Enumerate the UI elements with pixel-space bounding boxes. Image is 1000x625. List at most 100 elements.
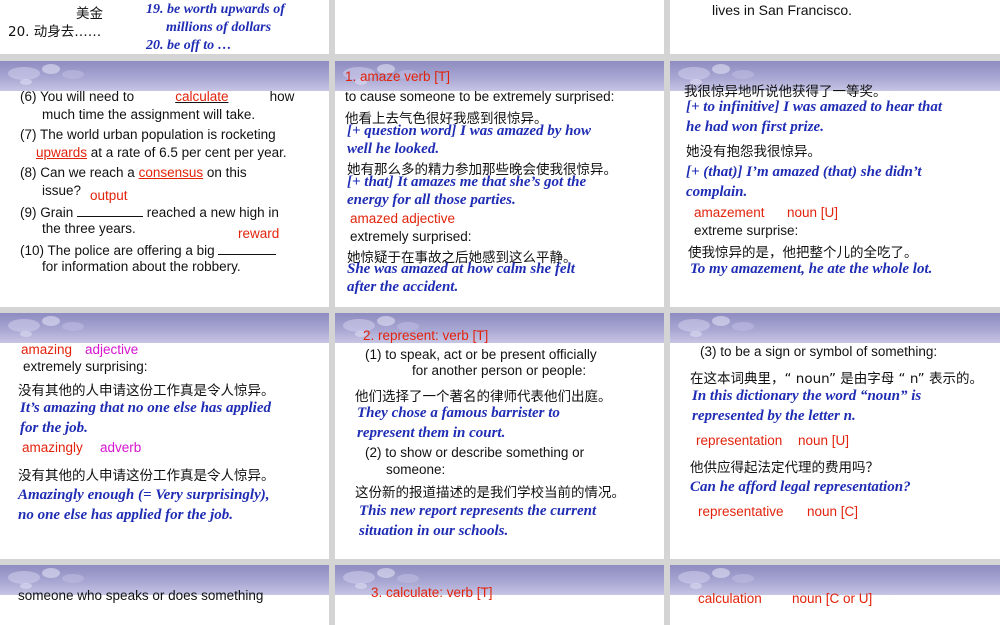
definition: (2) to show or describe something or <box>365 445 585 460</box>
entry-heading: amazing <box>21 342 73 357</box>
slide-top-right: lives in San Francisco. <box>670 0 1000 54</box>
en-example: represented by the letter n. <box>692 408 856 424</box>
entry-subheading: representative <box>698 504 784 519</box>
entry-subheading: representation <box>696 433 783 448</box>
part-of-speech: adverb <box>100 440 142 455</box>
exercise-text: (9) Grain <box>20 205 74 220</box>
en-example: This new report represents the current <box>359 503 597 519</box>
answer-calculate: calculate <box>175 89 229 104</box>
answer-reward: reward <box>238 226 280 241</box>
slide-top-left: 美金 20. 动身去…… 19. be worth upwards of mil… <box>0 0 329 54</box>
definition: (3) to be a sign or symbol of something: <box>700 344 938 359</box>
exercise-6: (6) You will need to calculate how <box>20 89 294 104</box>
en-example: Can he afford legal representation? <box>690 479 911 495</box>
definition: someone: <box>386 462 446 477</box>
exercise-text: at a rate of 6.5 per cent per year. <box>90 145 287 160</box>
slide-header-band <box>670 313 1000 343</box>
exercise-10-cont: for information about the robbery. <box>42 259 241 274</box>
exercise-8: (8) Can we reach a consensus on this <box>20 165 247 180</box>
slide-amaze: 1. amaze verb [T] to cause someone to be… <box>335 61 664 307</box>
definition: for another person or people: <box>412 363 587 378</box>
slide-header-band <box>0 313 329 343</box>
cn-example: 她没有抱怨我很惊异。 <box>686 144 821 160</box>
exercise-7-cont: upwards at a rate of 6.5 per cent per ye… <box>36 145 287 160</box>
en-example: well he looked. <box>347 141 440 157</box>
entry-subheading: amazement <box>694 205 765 220</box>
exercise-10: (10) The police are offering a big <box>20 241 277 258</box>
en-example: [+ (that)] I’m amazed (that) she didn’t <box>686 164 922 180</box>
en-example: after the accident. <box>347 279 459 295</box>
entry-heading: 3. calculate: verb [T] <box>371 585 493 600</box>
slide-amaze-2: 我很惊异地听说他获得了一等奖。 [+ to infinitive] I was … <box>670 61 1000 307</box>
slide-bottom-right: calculation noun [C or U] <box>670 565 1000 625</box>
entry-subheading: calculation <box>698 591 762 606</box>
en-example: [+ to infinitive] I was amazed to hear t… <box>686 99 943 115</box>
en-example: situation in our schools. <box>359 523 509 539</box>
definition: extremely surprised: <box>350 229 472 244</box>
en-example: [+ question word] I was amazed by how <box>347 123 591 139</box>
part-of-speech: adjective <box>85 342 139 357</box>
exercise-text: (6) You will need to <box>20 89 135 104</box>
exercise-9-cont: the three years. <box>42 221 136 236</box>
en-line: 19. be worth upwards of <box>146 2 285 17</box>
en-example: Amazingly enough (= Very surprisingly), <box>18 487 270 503</box>
cn-example: 没有其他的人申请这份工作真是令人惊异。 <box>18 468 275 484</box>
definition: to cause someone to be extremely surpris… <box>345 89 615 104</box>
en-example: It’s amazing that no one else has applie… <box>20 400 272 416</box>
exercise-9: (9) Grain reached a new high in <box>20 203 279 220</box>
cn-line: 美金 <box>76 6 103 22</box>
en-line: lives in San Francisco. <box>712 2 853 18</box>
definition: (1) to speak, act or be present official… <box>365 347 597 362</box>
en-example: [+ that] It amazes me that she’s got the <box>347 174 587 190</box>
en-example: They chose a famous barrister to <box>357 405 560 421</box>
answer-upwards: upwards <box>36 145 88 160</box>
en-example: In this dictionary the word “noun” is <box>692 388 922 404</box>
en-example: no one else has applied for the job. <box>18 507 234 523</box>
en-line: 20. be off to … <box>146 38 232 53</box>
cn-example: 没有其他的人申请这份工作真是令人惊异。 <box>18 383 275 399</box>
en-example: for the job. <box>20 420 88 436</box>
entry-heading: 2. represent: verb [T] <box>363 328 489 343</box>
en-example: represent them in court. <box>357 425 506 441</box>
cn-line: 20. 动身去…… <box>8 24 102 40</box>
exercise-8-cont: issue? <box>42 183 82 198</box>
slide-bottom-left: someone who speaks or does something <box>0 565 329 625</box>
slide-header-band <box>0 61 329 91</box>
answer-output: output <box>90 188 128 203</box>
definition: someone who speaks or does something <box>18 588 264 603</box>
en-example: She was amazed at how calm she felt <box>347 261 575 277</box>
part-of-speech: noun [U] <box>787 205 839 220</box>
slide-bottom-middle: 3. calculate: verb [T] <box>335 565 664 625</box>
slide-exercises: (6) You will need to calculate how much … <box>0 61 329 307</box>
cn-example: 他供应得起法定代理的费用吗？ <box>690 460 879 476</box>
cn-example: 使我惊异的是，他把整个儿的全吃了。 <box>688 245 918 261</box>
exercise-7: (7) The world urban population is rocket… <box>20 127 276 142</box>
part-of-speech: noun [C] <box>807 504 859 519</box>
part-of-speech: noun [U] <box>798 433 850 448</box>
slide-represent-2: (3) to be a sign or symbol of something:… <box>670 313 1000 559</box>
definition: extremely surprising: <box>23 359 148 374</box>
exercise-text: reached a new high in <box>146 205 279 220</box>
en-example: complain. <box>686 184 748 200</box>
answer-consensus: consensus <box>138 165 204 180</box>
definition: extreme surprise: <box>694 223 799 238</box>
slide-amazing: amazing adjective extremely surprising: … <box>0 313 329 559</box>
slide-top-middle <box>335 0 664 54</box>
exercise-text: how <box>269 89 295 104</box>
en-line: millions of dollars <box>166 20 272 35</box>
en-example: To my amazement, he ate the whole lot. <box>690 261 933 277</box>
slide-represent: 2. represent: verb [T] (1) to speak, act… <box>335 313 664 559</box>
entry-subheading: amazed adjective <box>350 211 456 226</box>
exercise-6-cont: much time the assignment will take. <box>42 107 256 122</box>
entry-subheading: amazingly <box>22 440 83 455</box>
cn-example: 我很惊异地听说他获得了一等奖。 <box>684 84 887 100</box>
exercise-text: (8) Can we reach a <box>20 165 135 180</box>
en-example: he had won first prize. <box>686 119 824 135</box>
part-of-speech: noun [C or U] <box>792 591 873 606</box>
entry-heading: 1. amaze verb [T] <box>345 69 451 84</box>
cn-example: 这份新的报道描述的是我们学校当前的情况。 <box>355 485 625 501</box>
cn-example: 在这本词典里，“ noun” 是由字母 “ n” 表示的。 <box>690 371 983 387</box>
en-example: energy for all those parties. <box>347 192 516 208</box>
cn-example: 他们选择了一个著名的律师代表他们出庭。 <box>355 389 612 405</box>
exercise-text: on this <box>206 165 247 180</box>
